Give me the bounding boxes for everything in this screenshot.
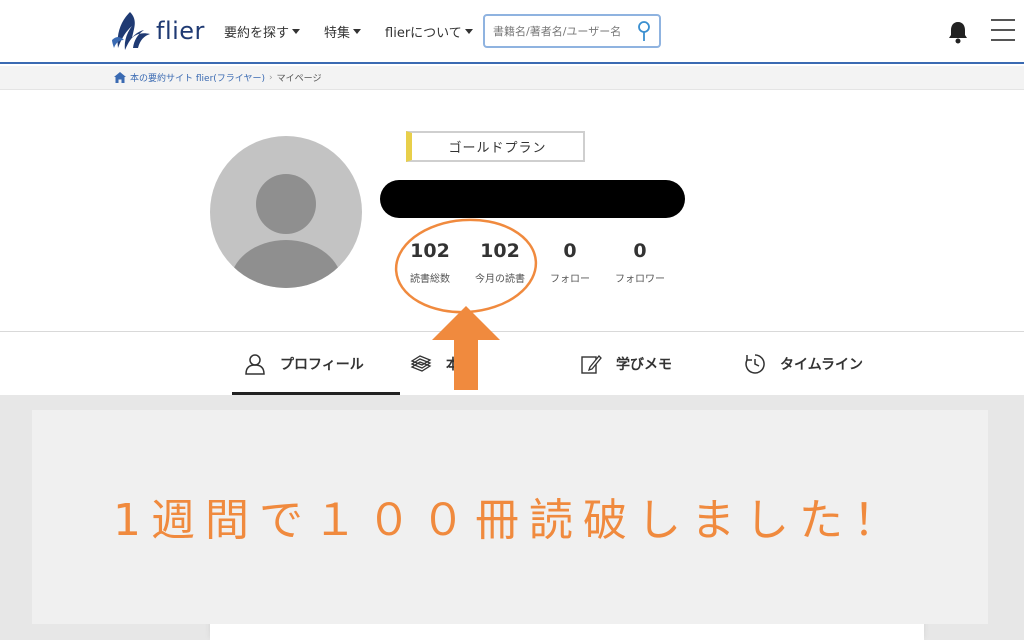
caret-down-icon (464, 29, 473, 34)
chevron-right-icon: › (269, 72, 273, 83)
nav-features[interactable]: 特集 (324, 22, 362, 41)
search-box (483, 14, 661, 48)
caption-text: 1週間で１００冊読破しました！ (113, 495, 907, 546)
tab-profile[interactable]: プロフィール (244, 332, 364, 395)
tab-learning-notes[interactable]: 学びメモ (580, 332, 672, 395)
clock-icon (745, 353, 765, 374)
stat-value: 102 (410, 240, 450, 262)
page: flier 要約を探す 特集 flierについて 書籍名/著者名/ユーザー名 本… (0, 0, 1024, 640)
plan-badge: ゴールドプラン (406, 131, 585, 162)
user-icon (245, 353, 265, 375)
nav-label: 要約を探す (224, 26, 290, 41)
breadcrumb-home-link[interactable]: 本の要約サイト flier(フライヤー) (130, 71, 265, 84)
stat-followers[interactable]: 0 フォロワー (605, 240, 675, 285)
profile-tabs: プロフィール 本棚 学びメモ タイムライン (0, 332, 1024, 395)
stat-following[interactable]: 0 フォロー (535, 240, 605, 285)
stat-total-reads[interactable]: 102 読書総数 (395, 240, 465, 285)
logo-text: flier (156, 17, 205, 45)
search-input[interactable] (493, 23, 633, 39)
stat-label: 今月の読書 (475, 274, 525, 285)
avatar (210, 136, 362, 288)
stat-label: フォロワー (615, 274, 665, 285)
nav-about[interactable]: flierについて (385, 22, 473, 41)
main-nav: 要約を探す 特集 flierについて (224, 22, 473, 41)
nav-label: 特集 (324, 26, 351, 41)
caret-down-icon (353, 29, 362, 34)
tab-label: 学びメモ (616, 356, 672, 373)
breadcrumb-bar: 本の要約サイト flier(フライヤー) › マイページ (0, 66, 1024, 90)
hamburger-menu-icon[interactable] (991, 19, 1017, 43)
flier-logo[interactable]: flier (108, 10, 208, 52)
caption-overlay: 1週間で１００冊読破しました！ (32, 410, 988, 624)
books-icon (410, 354, 432, 372)
flier-logo-icon (112, 12, 150, 50)
redacted-username (380, 180, 685, 218)
home-icon (114, 72, 126, 83)
stat-label: フォロー (550, 274, 590, 285)
bell-icon[interactable] (947, 20, 969, 44)
tab-label: 本棚 (446, 356, 474, 373)
tab-bookshelf[interactable]: 本棚 (410, 332, 474, 395)
nav-search-summaries[interactable]: 要約を探す (224, 22, 301, 41)
tab-label: プロフィール (280, 356, 364, 373)
stat-monthly-reads[interactable]: 102 今月の読書 (465, 240, 535, 285)
breadcrumb-current: マイページ (276, 74, 322, 84)
search-icon[interactable] (637, 21, 651, 43)
tab-label: タイムライン (780, 356, 864, 373)
stat-value: 0 (633, 240, 647, 262)
stat-value: 0 (563, 240, 577, 262)
default-user-avatar-icon (230, 174, 342, 288)
caret-down-icon (292, 29, 301, 34)
stat-value: 102 (480, 240, 520, 262)
nav-label: flierについて (385, 26, 462, 41)
plan-label: ゴールドプラン (448, 141, 547, 156)
tab-timeline[interactable]: タイムライン (744, 332, 863, 395)
breadcrumb: 本の要約サイト flier(フライヤー) › マイページ (114, 71, 321, 84)
header: flier 要約を探す 特集 flierについて (0, 0, 1024, 64)
stat-label: 読書総数 (410, 274, 450, 285)
note-pen-icon (581, 354, 602, 374)
